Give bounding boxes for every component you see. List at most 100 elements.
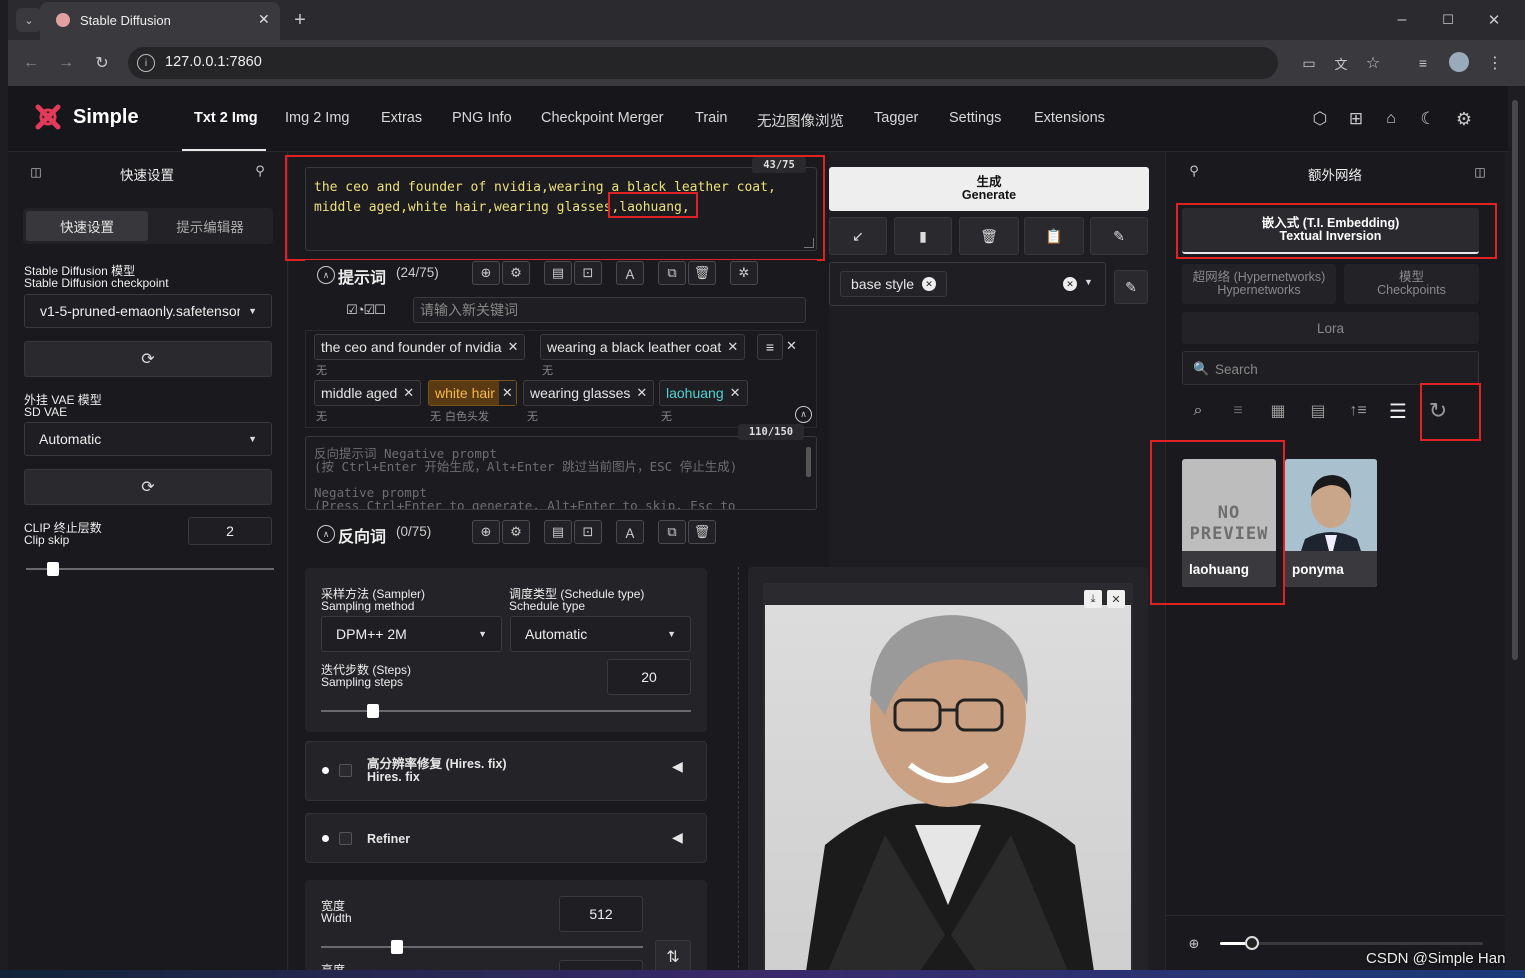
translate-icon[interactable]: 文	[1330, 52, 1352, 74]
close-icon[interactable]: ✕	[730, 385, 741, 401]
close-icon[interactable]: ✕	[508, 339, 519, 355]
media-icon[interactable]: ≡	[1412, 52, 1434, 74]
scrollbar-thumb[interactable]	[1512, 100, 1518, 660]
checkbox-group-icon[interactable]: ☑◔☑☐	[346, 302, 386, 318]
tab-quick-settings[interactable]: 快速设置	[26, 211, 148, 241]
tab-checkpoint-merger[interactable]: Checkpoint Merger	[541, 110, 664, 126]
translate-globe-icon[interactable]: ⊕	[472, 261, 500, 285]
moon-icon[interactable]: ☾	[1416, 107, 1440, 131]
model-card-ponyma[interactable]: ponyma	[1285, 459, 1377, 587]
card-size-slider-track[interactable]	[1220, 942, 1483, 945]
openai-icon[interactable]: ✲	[730, 261, 758, 285]
steps-input[interactable]: 20	[607, 659, 691, 695]
tab-close-icon[interactable]: ✕	[258, 11, 270, 28]
hexagon-icon[interactable]: ⬡	[1308, 107, 1332, 131]
new-tab-icon[interactable]: +	[288, 8, 312, 32]
clear-prompt-button[interactable]: 🗑	[959, 217, 1019, 255]
pin-icon[interactable]: ⚲	[252, 163, 268, 179]
tab-search-icon[interactable]: ⌄	[16, 8, 42, 32]
schedule-select[interactable]: Automatic ▼	[510, 616, 691, 652]
wrap-icon[interactable]: ≡	[757, 334, 783, 360]
tag-chip[interactable]: middle aged ✕	[314, 380, 422, 406]
download-icon[interactable]: ⤓	[1084, 590, 1102, 608]
text-icon[interactable]: Ａ	[616, 261, 644, 285]
window-close-icon[interactable]: ✕	[1484, 8, 1504, 32]
clip-skip-slider-knob[interactable]	[47, 562, 59, 576]
collapse-icon[interactable]: ∧	[317, 266, 335, 284]
clip-skip-slider-track[interactable]	[26, 568, 274, 570]
sampler-select[interactable]: DPM++ 2M ▼	[321, 616, 502, 652]
new-keyword-input[interactable]: 请输入新关键词	[413, 297, 806, 323]
sort-alpha-icon[interactable]: ≡	[1224, 397, 1252, 425]
style-select[interactable]: base style ✕ ✕ ▼	[829, 262, 1106, 306]
omnibox[interactable]: i 127.0.0.1:7860	[128, 47, 1278, 79]
bookmark-star-icon[interactable]: ☆	[1362, 52, 1384, 74]
sidebar-toggle-icon[interactable]: ◫	[28, 164, 44, 180]
copy-icon[interactable]: ⧉	[658, 520, 686, 544]
width-input[interactable]: 512	[559, 896, 643, 932]
copy-icon[interactable]: ⧉	[658, 261, 686, 285]
translate-globe-icon[interactable]: ⊕	[472, 520, 500, 544]
github-icon[interactable]: ⌂	[1379, 107, 1403, 131]
close-icon[interactable]: ✕	[498, 381, 516, 405]
back-icon[interactable]: ←	[20, 52, 42, 74]
sidebar-toggle-icon[interactable]: ◫	[1472, 164, 1488, 180]
close-icon[interactable]: ✕	[636, 385, 647, 401]
negative-prompt-textarea[interactable]: 反向提示词 Negative prompt (按 Ctrl+Enter 开始生成…	[305, 436, 817, 510]
generate-button[interactable]: 生成 Generate	[829, 167, 1149, 211]
sort-order-icon[interactable]: ↑≡	[1344, 397, 1372, 425]
bookmark-icon[interactable]: ⊡	[574, 261, 602, 285]
maximize-icon[interactable]: ☐	[1438, 8, 1458, 32]
tree-view-icon[interactable]: ☰	[1384, 397, 1412, 425]
clip-skip-input[interactable]: 2	[188, 517, 272, 545]
close-icon[interactable]: ✕	[727, 339, 738, 355]
magic-wand-button[interactable]: ✎	[1090, 217, 1148, 255]
tab-lora[interactable]: Lora	[1182, 312, 1479, 344]
trash-icon[interactable]: 🗑	[688, 261, 716, 285]
width-slider-knob[interactable]	[391, 940, 403, 954]
output-image[interactable]	[765, 605, 1131, 978]
close-icon[interactable]: ✕	[786, 338, 797, 354]
load-icon[interactable]: ▤	[544, 261, 572, 285]
install-app-icon[interactable]: ▭	[1298, 52, 1320, 74]
tag-chip[interactable]: the ceo and founder of nvidia ✕	[314, 334, 526, 360]
refresh-vae-button[interactable]: ⟳	[24, 469, 272, 505]
tag-chip[interactable]: laohuang ✕	[659, 380, 748, 406]
expand-triangle-icon[interactable]: ◀	[672, 829, 683, 846]
tab-prompt-editor[interactable]: 提示编辑器	[150, 211, 270, 241]
width-slider-track[interactable]	[321, 946, 643, 948]
tab-txt2img[interactable]: Txt 2 Img	[194, 110, 258, 126]
tab-png-info[interactable]: PNG Info	[452, 110, 512, 126]
browser-menu-icon[interactable]: ⋮	[1484, 52, 1506, 74]
site-info-icon[interactable]: i	[137, 54, 155, 72]
tag-chip-highlighted[interactable]: white hair ✕	[428, 380, 517, 406]
settings-icon[interactable]: ⚙	[502, 520, 530, 544]
tab-tagger[interactable]: Tagger	[874, 110, 918, 126]
send-arrow-button[interactable]: ↙	[829, 217, 887, 255]
sd-model-select[interactable]: v1-5-pruned-emaonly.safetensors ▼	[24, 294, 272, 328]
calendar-edit-icon[interactable]: ▤	[1304, 397, 1332, 425]
edit-styles-button[interactable]: ✎	[1114, 270, 1148, 304]
close-icon[interactable]: ✕	[1107, 590, 1125, 608]
steps-slider-knob[interactable]	[367, 704, 379, 718]
text-icon[interactable]: Ａ	[616, 520, 644, 544]
clear-icon[interactable]: ✕	[1063, 277, 1077, 291]
close-icon[interactable]: ✕	[922, 277, 937, 291]
refiner-checkbox[interactable]	[339, 832, 352, 845]
profile-avatar[interactable]	[1449, 52, 1469, 72]
gear-icon[interactable]: ⚙	[1452, 107, 1476, 131]
tab-hypernetworks[interactable]: 超网络 (Hypernetworks) Hypernetworks	[1182, 264, 1336, 304]
expand-triangle-icon[interactable]: ◀	[672, 758, 683, 775]
extra-search-input[interactable]: 🔍 Search	[1182, 351, 1479, 385]
vae-select[interactable]: Automatic ▼	[24, 422, 272, 456]
tab-train[interactable]: Train	[695, 110, 728, 126]
hires-fix-accordion[interactable]: 高分辨率修复 (Hires. fix) Hires. fix ◀	[305, 741, 707, 801]
pin-icon[interactable]: ⚲	[1186, 163, 1202, 179]
card-size-slider-knob[interactable]	[1245, 936, 1259, 950]
read-params-button[interactable]: ▮	[894, 217, 952, 255]
browser-tab[interactable]: Stable Diffusion ✕	[40, 2, 280, 40]
page-scrollbar[interactable]	[1508, 86, 1525, 978]
load-icon[interactable]: ▤	[544, 520, 572, 544]
trash-icon[interactable]: 🗑	[688, 520, 716, 544]
tab-settings[interactable]: Settings	[949, 110, 1001, 126]
